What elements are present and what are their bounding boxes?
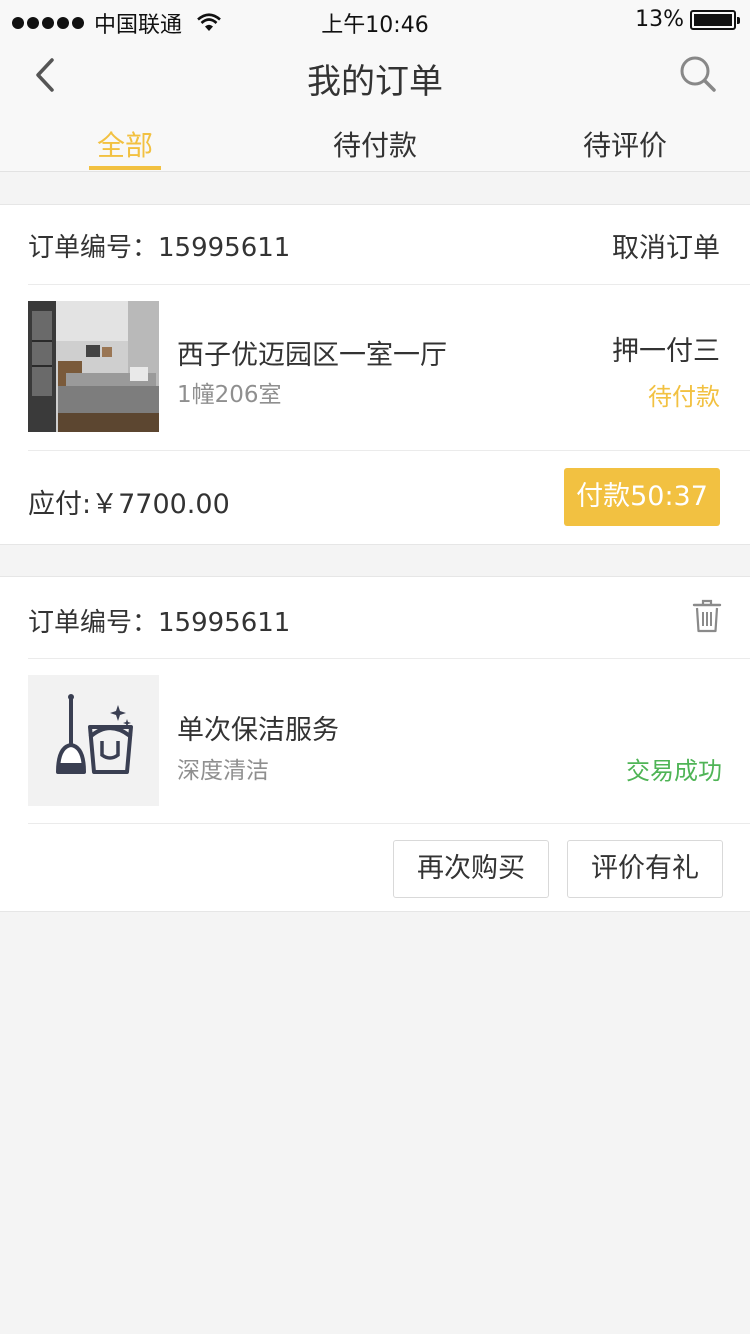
- room-photo[interactable]: [28, 301, 159, 432]
- cleaning-service-icon[interactable]: [28, 675, 159, 806]
- item-title: 单次保洁服务: [177, 715, 339, 746]
- order-number: 订单编号：15995611: [28, 608, 291, 638]
- divider: [28, 284, 750, 285]
- order-card: 订单编号：15995611 取消订单 西子优迈园区一室一厅 1幢206室 押一付…: [0, 204, 750, 545]
- status-bar: 中国联通 上午10:46 13%: [0, 0, 750, 40]
- tab-all[interactable]: 全部: [89, 124, 161, 164]
- item-subtitle: 1幢206室: [177, 382, 282, 408]
- review-gift-button[interactable]: 评价有礼: [567, 840, 723, 898]
- order-status: 待付款: [648, 383, 720, 411]
- divider: [28, 823, 750, 824]
- nav-bar: 我的订单: [0, 40, 750, 110]
- tab-pending-payment[interactable]: 待付款: [310, 124, 440, 164]
- order-number: 订单编号：15995611: [28, 233, 291, 263]
- cancel-order-button[interactable]: 取消订单: [612, 226, 720, 265]
- active-tab-indicator: [89, 166, 161, 170]
- item-title: 西子优迈园区一室一厅: [177, 340, 447, 371]
- item-subtitle: 深度清洁: [177, 758, 269, 784]
- trash-icon[interactable]: [692, 599, 722, 633]
- buy-again-button[interactable]: 再次购买: [393, 840, 549, 898]
- status-right: 13%: [635, 7, 740, 32]
- search-icon[interactable]: [678, 54, 718, 94]
- pay-button[interactable]: 付款50:37: [564, 468, 720, 526]
- payment-plan: 押一付三: [612, 336, 720, 367]
- battery-icon: [690, 9, 740, 30]
- order-status: 交易成功: [626, 757, 722, 785]
- divider: [28, 658, 750, 659]
- order-card: 订单编号：15995611 单次保洁服务 深度清洁 交易成功 再次购买 评价有礼: [0, 576, 750, 912]
- tab-pending-review[interactable]: 待评价: [560, 124, 690, 164]
- page-title: 我的订单: [307, 62, 443, 102]
- amount-due: 应付:￥7700.00: [28, 489, 230, 520]
- order-tabs: 全部 待付款 待评价: [0, 110, 750, 172]
- battery-percent: 13%: [635, 7, 684, 32]
- divider: [28, 450, 750, 451]
